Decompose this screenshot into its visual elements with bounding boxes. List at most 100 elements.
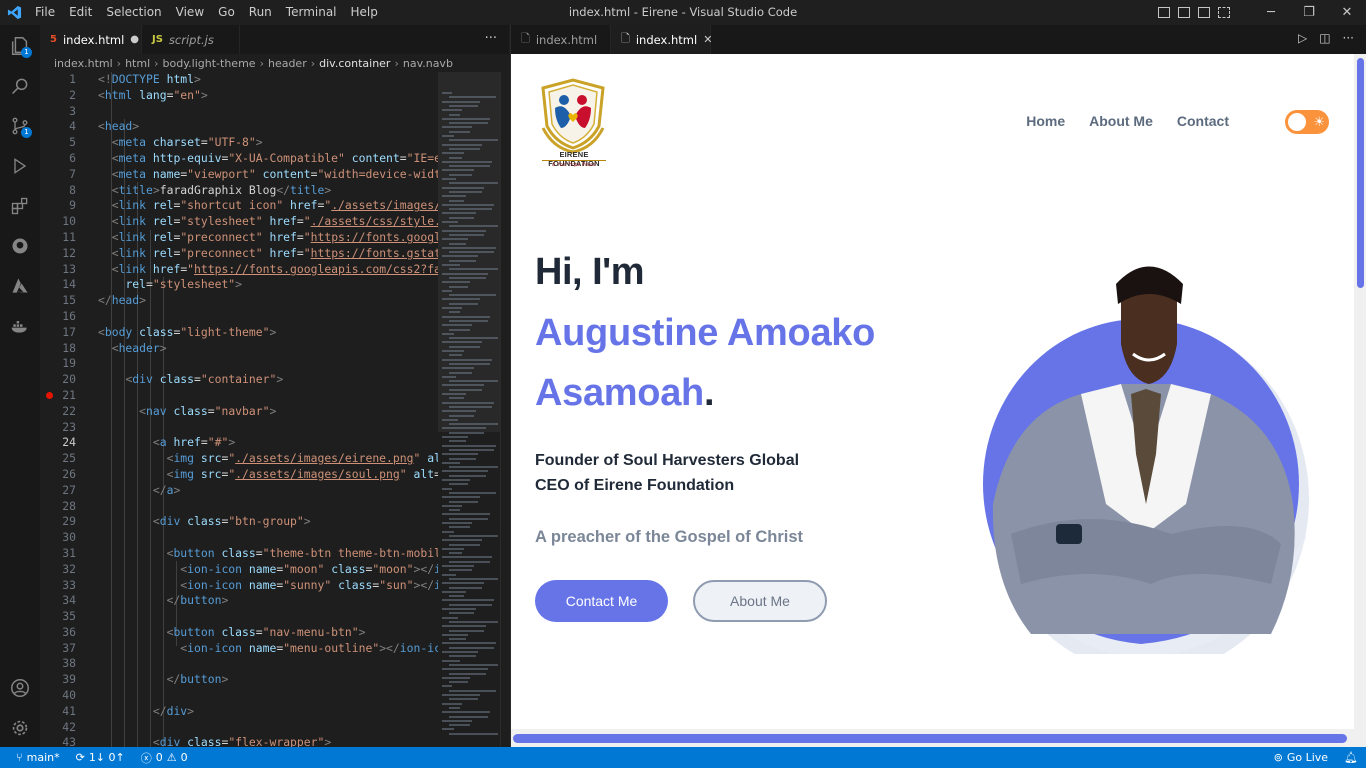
- code-line[interactable]: 38: [40, 656, 438, 672]
- azure-icon[interactable]: [0, 269, 40, 303]
- code-line[interactable]: 24 <a href="#">: [40, 435, 438, 451]
- code-line[interactable]: 34 </button>: [40, 593, 438, 609]
- code-line[interactable]: 32 <ion-icon name="moon" class="moon"></…: [40, 562, 438, 578]
- code-area[interactable]: 1 <!DOCTYPE html> 2 <html lang="en"> 3 4 <head…: [40, 72, 438, 747]
- unsaved-dot-icon[interactable]: ●: [130, 34, 139, 45]
- code-line[interactable]: 22 <nav class="navbar">: [40, 404, 438, 420]
- code-line[interactable]: 39 </button>: [40, 672, 438, 688]
- customize-layout-icon[interactable]: [1218, 7, 1230, 18]
- nav-contact[interactable]: Contact: [1177, 113, 1229, 129]
- code-line[interactable]: 14 rel="stylesheet">: [40, 277, 438, 293]
- code-line[interactable]: 15 </head>: [40, 293, 438, 309]
- breadcrumb-item[interactable]: body.light-theme: [163, 57, 256, 70]
- tab-index-html-preview[interactable]: 🗋 index.html ✕: [611, 25, 712, 54]
- code-line[interactable]: 43 <div class="flex-wrapper">: [40, 735, 438, 747]
- branch-indicator[interactable]: ⑂ main*: [8, 751, 68, 764]
- search-icon[interactable]: [0, 69, 40, 103]
- code-line[interactable]: 20 <div class="container">: [40, 372, 438, 388]
- tab-script-js[interactable]: JS script.js: [142, 25, 240, 54]
- sync-indicator[interactable]: ⟳ 1↓ 0↑: [68, 751, 133, 764]
- code-line[interactable]: 19: [40, 356, 438, 372]
- code-line[interactable]: 30: [40, 530, 438, 546]
- more-actions-icon[interactable]: ···: [485, 31, 497, 46]
- code-line[interactable]: 28: [40, 499, 438, 515]
- code-line[interactable]: 10 <link rel="stylesheet" href="./assets…: [40, 214, 438, 230]
- preview-vscrollbar[interactable]: [1354, 54, 1366, 729]
- notifications-bell-icon[interactable]: 🔔︎: [1336, 751, 1366, 764]
- menu-view[interactable]: View: [169, 0, 211, 25]
- code-line[interactable]: 5 <meta charset="UTF-8">: [40, 135, 438, 151]
- menu-run[interactable]: Run: [242, 0, 279, 25]
- more-actions-icon[interactable]: ···: [1343, 31, 1354, 45]
- code-line[interactable]: 31 <button class="theme-btn theme-btn-mo…: [40, 546, 438, 562]
- account-icon[interactable]: [0, 671, 40, 705]
- preview-hscrollbar[interactable]: [511, 729, 1366, 747]
- split-editor-icon[interactable]: ◫: [1319, 31, 1330, 45]
- minimize-button[interactable]: ─: [1252, 0, 1290, 25]
- run-icon[interactable]: ▷: [1298, 31, 1307, 45]
- code-line[interactable]: 21: [40, 388, 438, 404]
- code-line[interactable]: 9 <link rel="shortcut icon" href="./asse…: [40, 198, 438, 214]
- code-line[interactable]: 7 <meta name="viewport" content="width=d…: [40, 167, 438, 183]
- problems-indicator[interactable]: ⓧ 0 ⚠ 0: [133, 750, 196, 766]
- run-debug-icon[interactable]: [0, 149, 40, 183]
- code-line[interactable]: 26 <img src="./assets/images/soul.png" a…: [40, 467, 438, 483]
- manage-gear-icon[interactable]: [0, 711, 40, 745]
- breadcrumb-item[interactable]: header: [268, 57, 307, 70]
- code-line[interactable]: 25 <img src="./assets/images/eirene.png"…: [40, 451, 438, 467]
- code-line[interactable]: 11 <link rel="preconnect" href="https://…: [40, 230, 438, 246]
- code-line[interactable]: 13 <link href="https://fonts.googleapis.…: [40, 262, 438, 278]
- code-line[interactable]: 33 <ion-icon name="sunny" class="sun"></…: [40, 578, 438, 594]
- breadcrumb-item[interactable]: div.container: [319, 57, 390, 70]
- code-line[interactable]: 36 <button class="nav-menu-btn">: [40, 625, 438, 641]
- code-line[interactable]: 1 <!DOCTYPE html>: [40, 72, 438, 88]
- minimap[interactable]: [438, 72, 500, 747]
- code-line[interactable]: 2 <html lang="en">: [40, 88, 438, 104]
- toggle-panel-icon[interactable]: [1178, 7, 1190, 18]
- close-window-button[interactable]: ✕: [1328, 0, 1366, 25]
- close-tab-icon[interactable]: ✕: [703, 33, 712, 46]
- source-control-icon[interactable]: 1: [0, 109, 40, 143]
- contact-me-button[interactable]: Contact Me: [535, 580, 668, 622]
- code-line[interactable]: 17 <body class="light-theme">: [40, 325, 438, 341]
- about-me-button[interactable]: About Me: [693, 580, 827, 622]
- breadcrumb-item[interactable]: index.html: [54, 57, 113, 70]
- code-line[interactable]: 4 <head>: [40, 119, 438, 135]
- code-line[interactable]: 27 </a>: [40, 483, 438, 499]
- tab-index-html-2[interactable]: 🗋 index.html: [511, 25, 611, 54]
- code-line[interactable]: 18 <header>: [40, 341, 438, 357]
- breadcrumb-item[interactable]: nav.navb: [403, 57, 453, 70]
- docker-icon[interactable]: [0, 309, 40, 343]
- code-line[interactable]: 29 <div class="btn-group">: [40, 514, 438, 530]
- go-live-button[interactable]: ⊚ Go Live: [1266, 751, 1336, 764]
- explorer-icon[interactable]: 1: [0, 29, 40, 63]
- menu-go[interactable]: Go: [211, 0, 242, 25]
- toggle-sidebar-icon[interactable]: [1158, 7, 1170, 18]
- editor-scrollbar[interactable]: [500, 72, 509, 747]
- code-line[interactable]: 42: [40, 720, 438, 736]
- menu-help[interactable]: Help: [344, 0, 385, 25]
- tab-index-html[interactable]: 5 index.html ●: [40, 25, 142, 54]
- code-line[interactable]: 37 <ion-icon name="menu-outline"></ion-i…: [40, 641, 438, 657]
- nav-about[interactable]: About Me: [1089, 113, 1153, 129]
- breadcrumb-item[interactable]: html: [125, 57, 150, 70]
- code-line[interactable]: 40: [40, 688, 438, 704]
- code-line[interactable]: 16: [40, 309, 438, 325]
- code-line[interactable]: 35: [40, 609, 438, 625]
- toggle-secondary-sidebar-icon[interactable]: [1198, 7, 1210, 18]
- code-line[interactable]: 12 <link rel="preconnect" href="https://…: [40, 246, 438, 262]
- nav-home[interactable]: Home: [1026, 113, 1065, 129]
- code-line[interactable]: 3: [40, 104, 438, 120]
- breakpoint-icon[interactable]: [46, 391, 53, 399]
- code-line[interactable]: 41 </div>: [40, 704, 438, 720]
- menu-terminal[interactable]: Terminal: [279, 0, 344, 25]
- extensions-icon[interactable]: [0, 189, 40, 223]
- github-icon[interactable]: [0, 229, 40, 263]
- theme-toggle[interactable]: ☀: [1285, 110, 1329, 134]
- menu-file[interactable]: File: [28, 0, 62, 25]
- menu-edit[interactable]: Edit: [62, 0, 99, 25]
- code-line[interactable]: 6 <meta http-equiv="X-UA-Compatible" con…: [40, 151, 438, 167]
- code-line[interactable]: 23: [40, 420, 438, 436]
- code-line[interactable]: 8 <title>faradGraphix Blog</title>: [40, 183, 438, 199]
- menu-selection[interactable]: Selection: [99, 0, 168, 25]
